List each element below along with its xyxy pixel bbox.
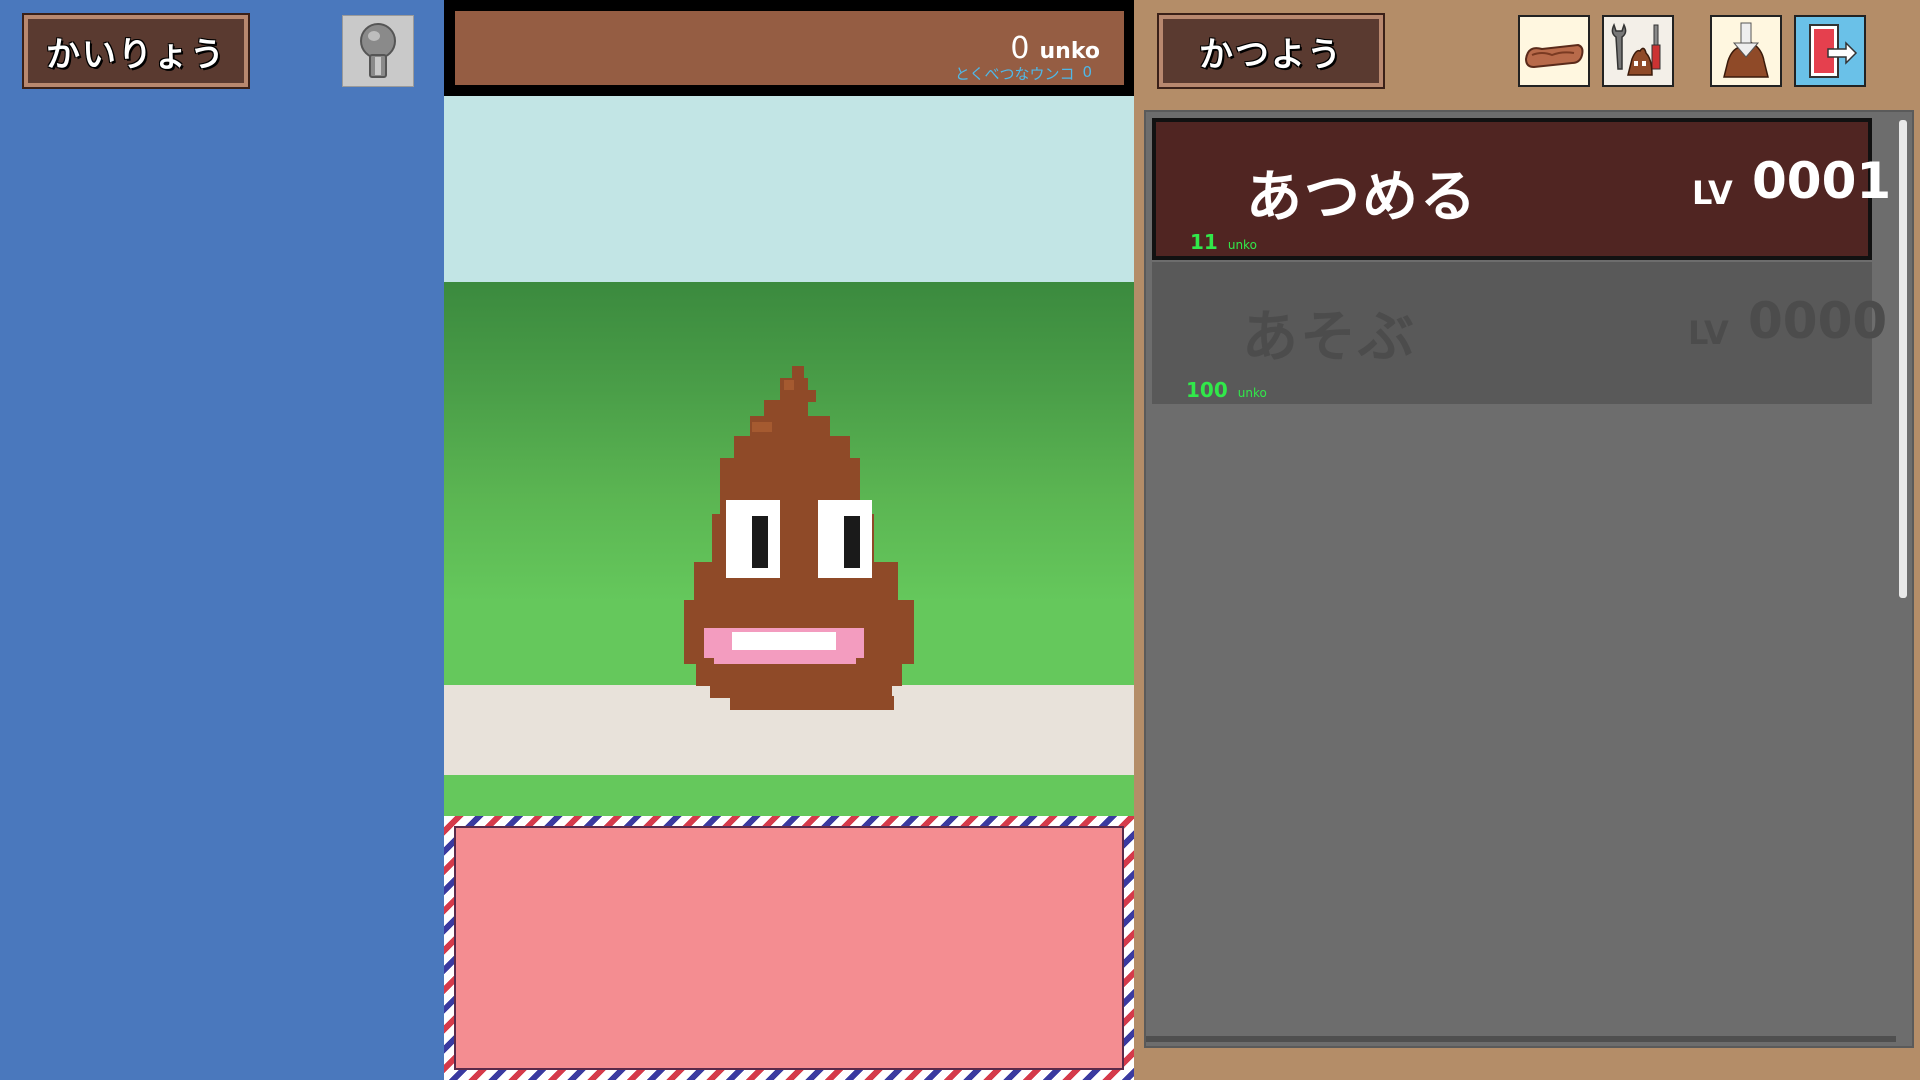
upgrade-title: あそぶ	[1242, 305, 1416, 370]
sky	[444, 96, 1134, 282]
level-value: 0000	[1748, 292, 1888, 350]
unko-counter: 0 unko とくべつなウンコ 0	[455, 11, 1124, 85]
scroll-button[interactable]	[1518, 15, 1590, 87]
upgrade-cost: 100 unko	[1186, 378, 1267, 402]
drop-icon	[1723, 22, 1769, 78]
exit-button[interactable]	[1794, 15, 1866, 87]
tools-icon	[1611, 23, 1661, 76]
special-unko-count: 0	[1082, 63, 1092, 81]
upgrade-title: あつめる	[1246, 165, 1478, 230]
cost-unit: unko	[1237, 386, 1267, 400]
upgrade-row-asobu[interactable]: あそぶ LV 0000 100 unko	[1152, 262, 1887, 404]
upgrade-cost: 11 unko	[1190, 230, 1257, 254]
cost-value: 100	[1186, 378, 1228, 402]
right-panel: かつよう あつめる LV 0001 11 unko あそぶ LV 0000 10…	[1134, 0, 1920, 1080]
drop-button[interactable]	[1710, 15, 1782, 87]
scrollbar-thumb[interactable]	[1899, 120, 1907, 598]
special-unko-line: とくべつなウンコ 0	[955, 63, 1092, 84]
tab-katsuyou-label: かつよう	[1199, 34, 1343, 75]
cost-value: 11	[1190, 230, 1218, 254]
scrollbar[interactable]	[1896, 118, 1910, 1038]
poop-character[interactable]	[634, 366, 934, 716]
upgrade-list: あつめる LV 0001 11 unko あそぶ LV 0000 100 unk…	[1144, 110, 1914, 1048]
level-value: 0001	[1752, 152, 1892, 210]
left-panel: かいりょう	[0, 0, 444, 1080]
list-bottom-edge	[1146, 1036, 1896, 1042]
scroll-icon	[1524, 43, 1584, 69]
tab-kairyou[interactable]: かいりょう	[22, 13, 250, 89]
count-line: 0 unko	[1010, 31, 1100, 66]
game-panel: 0 unko とくべつなウンコ 0	[444, 0, 1134, 1080]
tools-button[interactable]	[1602, 15, 1674, 87]
special-unko-label: とくべつなウンコ	[954, 65, 1075, 83]
level-label: LV	[1692, 174, 1733, 212]
tab-kairyou-label: かいりょう	[46, 34, 226, 75]
pin-button[interactable]	[342, 15, 414, 87]
unko-count: 0	[1010, 31, 1030, 66]
game-scene	[444, 96, 1134, 816]
upgrade-row-atsumeru[interactable]: あつめる LV 0001 11 unko	[1152, 118, 1891, 260]
message-area	[454, 826, 1124, 1070]
message-box	[444, 816, 1134, 1080]
tab-katsuyou[interactable]: かつよう	[1157, 13, 1385, 89]
cost-unit: unko	[1227, 238, 1257, 252]
level-label: LV	[1688, 314, 1729, 352]
pin-icon	[360, 23, 396, 78]
unko-unit: unko	[1039, 39, 1100, 64]
exit-icon	[1809, 24, 1858, 78]
